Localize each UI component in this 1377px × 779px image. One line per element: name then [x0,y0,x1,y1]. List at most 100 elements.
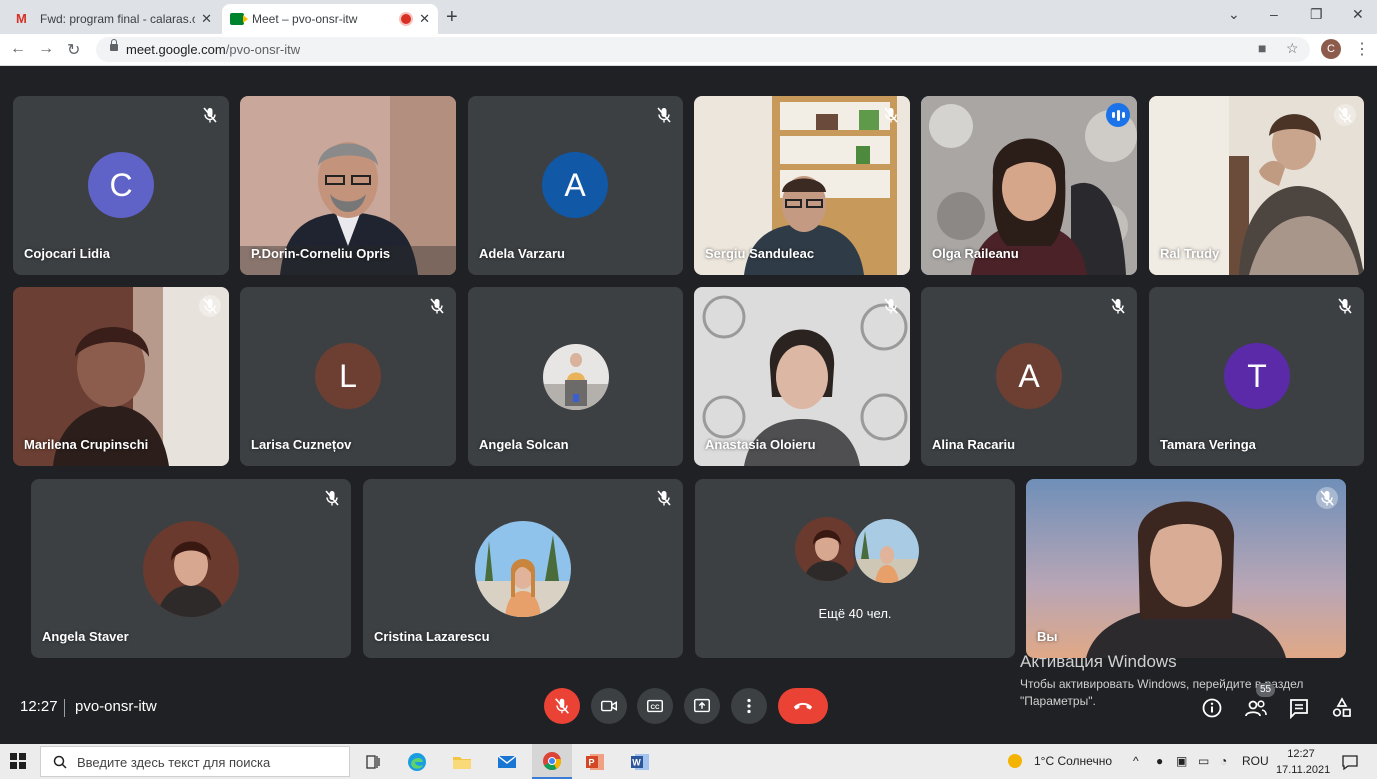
leave-call-button[interactable] [778,688,828,724]
meet-icon [230,13,248,25]
mic-off-icon [199,104,221,126]
search-icon [53,755,67,769]
file-explorer-icon[interactable] [451,751,473,773]
new-tab-icon[interactable]: + [446,6,458,29]
chat-icon[interactable] [1288,697,1310,724]
microphone-tray-icon[interactable]: ● [1156,754,1163,768]
tab-search-icon[interactable]: ⌄ [1228,6,1240,23]
minimize-icon[interactable]: – [1270,6,1278,22]
url-host: meet.google.com [126,42,226,57]
mic-off-icon [321,487,343,509]
captions-icon: CC [647,699,663,713]
battery-icon[interactable]: ▭ [1198,754,1209,768]
profile-avatar[interactable]: C [1321,39,1341,59]
tray-chevron-icon[interactable]: ^ [1133,754,1139,768]
language-indicator[interactable]: ROU [1242,754,1269,768]
maximize-icon[interactable]: ❐ [1310,6,1323,23]
task-view-icon[interactable] [362,751,384,773]
participant-name: Angela Staver [42,629,129,644]
avatar [475,521,571,617]
avatar: A [996,343,1062,409]
participant-tile-speaking[interactable]: Olga Raileanu [921,96,1137,275]
powerpoint-icon[interactable]: P [584,751,606,773]
word-icon[interactable]: W [629,751,651,773]
chrome-taskbar-button[interactable] [532,744,572,779]
mic-off-icon [880,104,902,126]
participant-tile[interactable]: C Cojocari Lidia [13,96,229,275]
avatar [543,344,609,410]
taskbar-clock[interactable]: 12:27 17.11.2021 [1276,746,1330,778]
present-button[interactable] [684,688,720,724]
back-icon[interactable]: ← [10,40,26,58]
windows-taskbar: Введите здесь текст для поиска P W 1°C С… [0,744,1377,779]
mic-off-icon [653,104,675,126]
mail-icon[interactable] [496,751,518,773]
participant-tile[interactable]: Angela Staver [31,479,351,658]
participant-tile[interactable]: Sergiu Sanduleac [694,96,910,275]
participant-name: Вы [1037,629,1058,644]
tab-gmail[interactable]: M Fwd: program final - calaras.carol ✕ [8,4,220,34]
participant-tile[interactable]: Cristina Lazarescu [363,479,683,658]
close-window-icon[interactable]: ✕ [1352,6,1364,23]
forward-icon[interactable]: → [38,40,54,58]
taskbar-time: 12:27 [1287,748,1315,760]
wifi-icon[interactable]: ◔ [1220,754,1227,768]
participant-name: Anastasia Oloieru [705,437,816,452]
tab-meet[interactable]: Meet – pvo-onsr-itw ✕ [222,4,438,34]
camera-toggle-button[interactable] [591,688,627,724]
mic-off-icon [1107,295,1129,317]
captions-button[interactable]: CC [637,688,673,724]
lock-icon [110,39,118,51]
camera-in-use-icon[interactable]: ■ [1258,40,1266,56]
mic-toggle-button[interactable] [544,688,580,724]
weather-text[interactable]: 1°C Солнечно [1034,754,1112,768]
participant-tile[interactable]: A Adela Varzaru [468,96,683,275]
reload-icon[interactable]: ↻ [67,40,80,60]
people-icon[interactable] [1244,697,1268,724]
avatar: C [88,152,154,218]
taskbar-search-box[interactable]: Введите здесь текст для поиска [40,746,350,777]
browser-toolbar: ← → ↻ meet.google.com/pvo-onsr-itw ■ ☆ C… [0,34,1377,66]
activities-icon[interactable] [1331,697,1353,724]
participant-name: Adela Varzaru [479,246,565,261]
weather-sun-icon [1008,754,1022,768]
participant-name: Cojocari Lidia [24,246,110,261]
bookmark-star-icon[interactable]: ☆ [1286,40,1299,57]
participant-tile[interactable]: T Tamara Veringa [1149,287,1364,466]
participant-name: Tamara Veringa [1160,437,1256,452]
svg-text:CC: CC [650,704,660,711]
close-tab-icon[interactable]: ✕ [201,11,212,27]
participant-name: Marilena Crupinschi [24,437,149,452]
svg-text:W: W [632,758,641,768]
more-participants-tile[interactable]: Ещё 40 чел. [695,479,1015,658]
address-bar[interactable]: meet.google.com/pvo-onsr-itw ■ ☆ [96,37,1310,62]
more-participants-label: Ещё 40 чел. [818,606,892,621]
participant-tile[interactable]: P.Dorin-Corneliu Opris [240,96,456,275]
participant-tile[interactable]: Marilena Crupinschi [13,287,229,466]
more-options-button[interactable] [731,688,767,724]
svg-text:P: P [589,758,595,768]
meeting-details-icon[interactable] [1201,697,1223,724]
participant-tile[interactable]: L Larisa Cuznețov [240,287,456,466]
participant-name: P.Dorin-Corneliu Opris [251,246,391,261]
edge-icon[interactable] [406,751,428,773]
participant-tile[interactable]: Anastasia Oloieru [694,287,910,466]
participant-tile[interactable]: Angela Solcan [468,287,683,466]
mic-off-icon [880,295,902,317]
meeting-code: pvo-onsr-itw [75,698,157,715]
participant-name: Cristina Lazarescu [374,629,490,644]
participant-tile[interactable]: A Alina Racariu [921,287,1137,466]
watermark-title: Активация Windows [1020,652,1177,671]
video-feed [1026,479,1346,658]
notifications-icon[interactable] [1341,753,1359,776]
avatar [143,521,239,617]
participant-tile[interactable]: Ral Trudy [1149,96,1364,275]
self-view-tile[interactable]: Вы [1026,479,1346,658]
participant-name: Sergiu Sanduleac [705,246,815,261]
participant-name: Ral Trudy [1160,246,1220,261]
notification-area-icon[interactable]: ▣ [1176,754,1187,768]
browser-menu-icon[interactable]: ⋮ [1354,39,1370,59]
close-tab-icon[interactable]: ✕ [419,11,430,27]
avatar [795,517,859,581]
windows-start-icon[interactable] [10,753,26,774]
